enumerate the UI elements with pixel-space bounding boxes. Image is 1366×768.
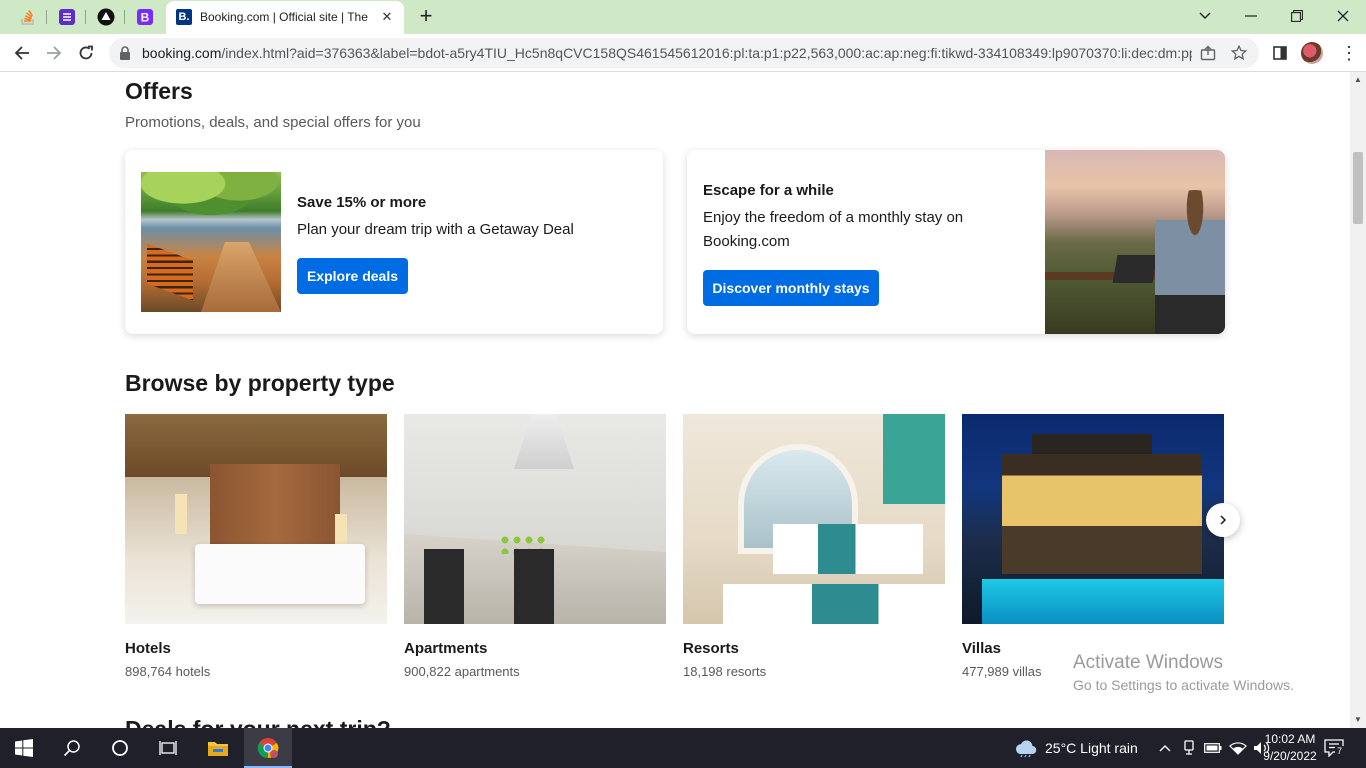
stackoverflow-icon <box>21 9 34 25</box>
browser-tab-strip: B B. Booking.com | Official site | The b… <box>0 0 1366 34</box>
booking-favicon: B. <box>176 9 192 25</box>
offer-text: Plan your dream trip with a Getaway Deal <box>297 221 574 238</box>
bookmark-star-icon[interactable] <box>1230 44 1248 62</box>
property-name[interactable]: Apartments <box>404 640 487 657</box>
forward-arrow-icon <box>47 46 62 60</box>
close-window-button[interactable] <box>1330 4 1356 28</box>
discover-monthly-stays-button[interactable]: Discover monthly stays <box>703 270 879 306</box>
property-name[interactable]: Resorts <box>683 640 739 657</box>
browse-property-title: Browse by property type <box>125 370 395 396</box>
chrome-taskbar-button[interactable] <box>244 728 292 768</box>
reload-icon <box>79 45 93 60</box>
browser-menu-icon[interactable]: ⋮ <box>1340 42 1358 64</box>
windows-taskbar: 25°C Light rain 10:02 AM 9/20/2022 7 <box>0 728 1366 768</box>
task-view-icon[interactable] <box>156 736 180 760</box>
search-icon[interactable] <box>60 736 84 760</box>
url-text[interactable]: booking.com/index.html?aid=376363&label=… <box>142 45 1192 61</box>
scrollbar-thumb[interactable] <box>1353 152 1363 224</box>
side-panel-button[interactable] <box>1268 41 1292 65</box>
explore-deals-button[interactable]: Explore deals <box>297 258 408 294</box>
tab-separator <box>46 10 47 24</box>
bootstrap-icon: B <box>137 9 153 25</box>
address-bar[interactable]: booking.com/index.html?aid=376363&label=… <box>109 38 1259 68</box>
clock-date[interactable]: 9/20/2022 <box>1254 749 1326 763</box>
reload-button[interactable] <box>74 41 98 65</box>
offers-title: Offers <box>125 78 193 104</box>
getaway-deal-card[interactable]: Save 15% or more Plan your dream trip wi… <box>125 150 663 334</box>
weather-text[interactable]: 25°C Light rain <box>1045 740 1138 756</box>
tab-separator <box>124 10 125 24</box>
tab-title: Booking.com | Official site | The b <box>200 10 372 24</box>
property-count: 477,989 villas <box>962 664 1042 679</box>
cortana-icon[interactable] <box>108 736 132 760</box>
property-count: 898,764 hotels <box>125 664 211 679</box>
bootstrap-tab[interactable]: B <box>134 6 156 28</box>
weather-cloud-icon[interactable] <box>1014 736 1038 760</box>
activate-windows-title: Activate Windows <box>1073 652 1223 673</box>
offers-subtitle: Promotions, deals, and special offers fo… <box>125 114 421 131</box>
list-app-icon <box>59 9 75 25</box>
chevron-right-icon <box>1220 515 1227 525</box>
active-tab[interactable]: B. Booking.com | Official site | The b ✕ <box>166 1 404 34</box>
svg-text:B: B <box>141 11 150 25</box>
property-count: 18,198 resorts <box>683 664 767 679</box>
back-arrow-icon <box>14 46 29 60</box>
triangle-app-tab[interactable] <box>95 6 117 28</box>
apartment-kitchen-image[interactable] <box>404 414 666 624</box>
wifi-icon[interactable] <box>1226 736 1250 760</box>
browser-toolbar: booking.com/index.html?aid=376363&label=… <box>0 34 1366 72</box>
share-icon[interactable] <box>1199 44 1217 62</box>
back-button[interactable] <box>10 41 34 65</box>
lock-icon[interactable] <box>119 46 131 60</box>
notification-count: 7 <box>1335 746 1345 756</box>
windows-start-icon[interactable] <box>12 736 36 760</box>
activate-windows-subtitle: Go to Settings to activate Windows. <box>1073 677 1294 693</box>
file-explorer-icon[interactable] <box>206 736 230 760</box>
notification-center-icon[interactable]: 7 <box>1322 736 1346 760</box>
offer-text: Enjoy the freedom of a monthly stay on B… <box>703 209 964 250</box>
monthly-stays-card[interactable]: Escape for a while Enjoy the freedom of … <box>687 150 1225 334</box>
new-tab-button[interactable]: + <box>415 5 437 27</box>
list-app-tab[interactable] <box>56 6 78 28</box>
chrome-icon <box>256 736 280 760</box>
network-device-icon[interactable] <box>1177 736 1201 760</box>
property-count: 900,822 apartments <box>404 664 520 679</box>
forward-button[interactable] <box>42 41 66 65</box>
stackoverflow-tab[interactable] <box>17 6 39 28</box>
restore-button[interactable] <box>1284 4 1310 28</box>
carousel-next-button[interactable] <box>1206 503 1240 537</box>
tab-search-icon[interactable] <box>1192 4 1218 28</box>
page-scrollbar[interactable]: ▲ ▼ <box>1350 72 1366 728</box>
scroll-up-arrow-icon[interactable]: ▲ <box>1354 76 1362 84</box>
booking-page: Offers Promotions, deals, and special of… <box>0 72 1350 728</box>
offer-heading: Save 15% or more <box>297 194 427 211</box>
property-name[interactable]: Villas <box>962 640 1001 657</box>
resort-room-image[interactable] <box>683 414 945 624</box>
profile-avatar[interactable] <box>1301 42 1323 64</box>
side-panel-icon <box>1273 46 1287 60</box>
offer-heading: Escape for a while <box>703 182 834 199</box>
hotel-room-image[interactable] <box>125 414 387 624</box>
show-hidden-icons-icon[interactable] <box>1153 736 1177 760</box>
villa-pool-image[interactable] <box>962 414 1224 624</box>
park-walkway-image <box>141 172 281 312</box>
scroll-down-arrow-icon[interactable]: ▼ <box>1354 716 1362 724</box>
tab-separator <box>85 10 86 24</box>
next-section-title: Deals for your next trip? <box>125 716 391 728</box>
clock-time[interactable]: 10:02 AM <box>1254 732 1326 746</box>
woman-with-laptop-image <box>1045 150 1225 334</box>
property-name[interactable]: Hotels <box>125 640 171 657</box>
triangle-app-icon <box>97 8 115 26</box>
battery-icon[interactable] <box>1201 736 1225 760</box>
tab-close-icon[interactable]: ✕ <box>378 8 396 26</box>
minimize-button[interactable] <box>1238 4 1264 28</box>
